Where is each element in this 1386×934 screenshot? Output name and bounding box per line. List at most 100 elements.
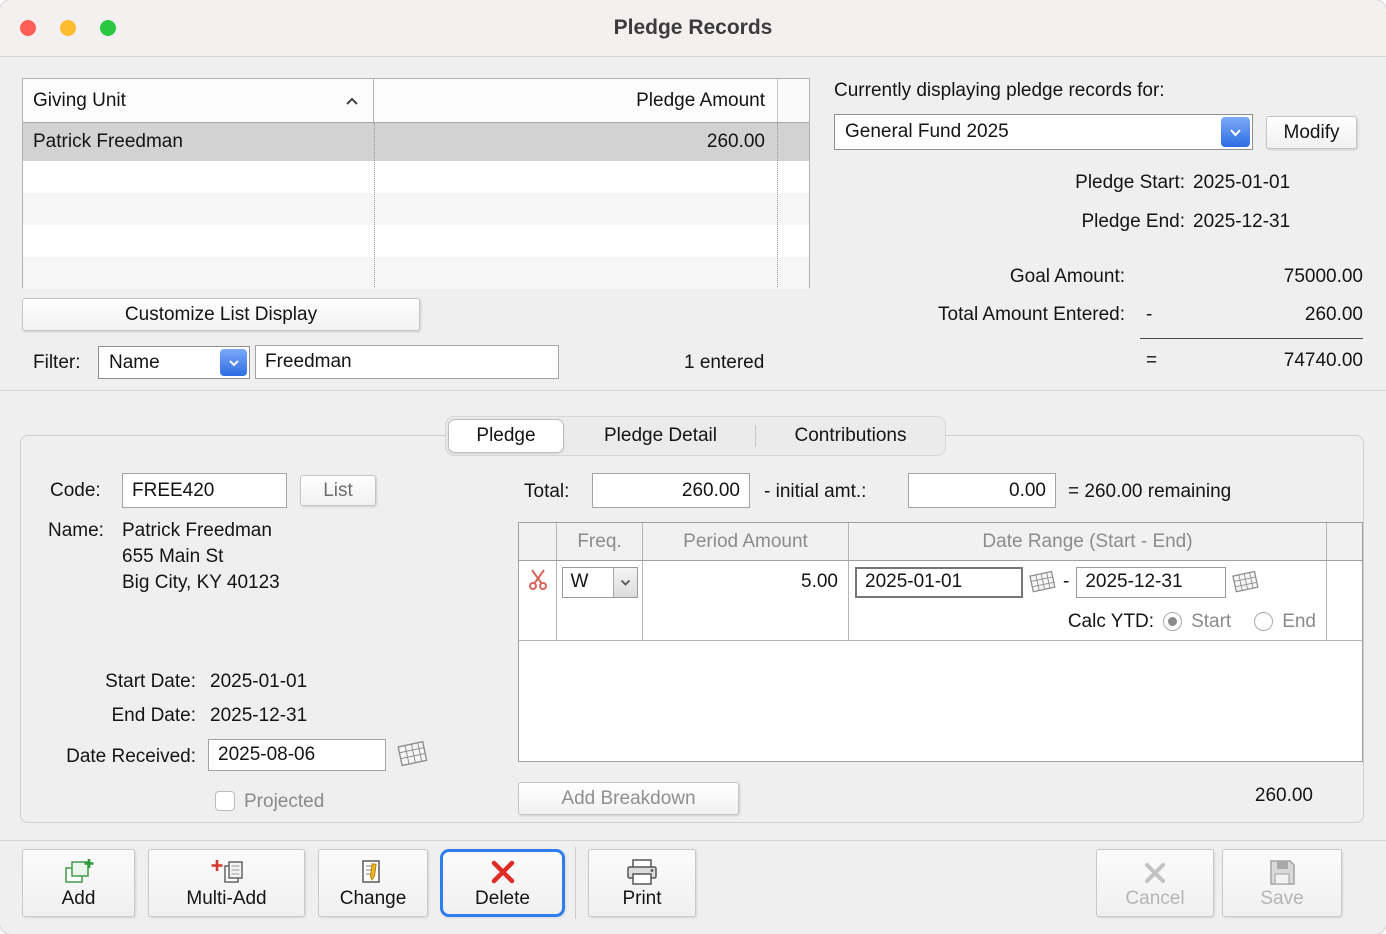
window-title: Pledge Records: [0, 0, 1386, 56]
date-range-start-input[interactable]: 2025-01-01: [855, 567, 1023, 598]
edit-form-icon: [359, 856, 387, 886]
remove-row-scissors-icon[interactable]: [528, 568, 548, 596]
add-breakdown-label: Add Breakdown: [561, 788, 695, 810]
filter-field-select[interactable]: Name: [98, 346, 250, 379]
date-received-label: Date Received:: [26, 746, 196, 768]
empty-row: [23, 225, 809, 257]
close-window-button[interactable]: [20, 20, 36, 36]
list-button[interactable]: List: [300, 475, 376, 506]
tab-pledge-detail-label: Pledge Detail: [604, 425, 717, 447]
printer-icon: [626, 856, 658, 886]
date-received-value: 2025-08-06: [218, 744, 315, 766]
delete-button[interactable]: Delete: [440, 849, 565, 917]
initial-amount-input[interactable]: 0.00: [908, 473, 1056, 508]
net-remaining-value: 74740.00: [1200, 350, 1363, 372]
save-button[interactable]: Save: [1222, 849, 1342, 917]
cancel-button-label: Cancel: [1125, 888, 1184, 910]
modify-fund-label: Modify: [1284, 122, 1340, 144]
tab-pledge[interactable]: Pledge: [448, 419, 564, 453]
fund-select[interactable]: General Fund 2025: [834, 114, 1253, 150]
name-line-1: Patrick Freedman: [122, 520, 272, 542]
period-amount-cell[interactable]: 5.00: [643, 561, 849, 603]
frequency-select[interactable]: W: [562, 567, 638, 598]
initial-amount-value: 0.00: [1009, 480, 1046, 502]
calendar-picker-icon[interactable]: [1028, 570, 1058, 595]
date-received-input[interactable]: 2025-08-06: [208, 739, 386, 771]
multi-add-button[interactable]: Multi-Add: [148, 849, 305, 917]
list-button-label: List: [323, 480, 353, 502]
goal-amount-value: 75000.00: [1200, 266, 1363, 288]
chevron-down-icon: [613, 568, 637, 597]
end-date-label: End Date:: [60, 705, 196, 727]
pledge-end-label: Pledge End:: [900, 211, 1185, 233]
date-range-start-value: 2025-01-01: [865, 571, 962, 593]
projected-label: Projected: [244, 791, 324, 813]
detail-tabbar: Pledge Pledge Detail Contributions: [445, 416, 946, 456]
cancel-button[interactable]: Cancel: [1096, 849, 1214, 917]
pledge-start-label: Pledge Start:: [900, 172, 1185, 194]
delete-button-label: Delete: [475, 888, 530, 910]
print-button[interactable]: Print: [588, 849, 696, 917]
remaining-text: = 260.00 remaining: [1068, 481, 1231, 503]
calendar-picker-icon[interactable]: [1232, 570, 1262, 595]
projected-checkbox[interactable]: [215, 791, 235, 811]
empty-row: [23, 161, 809, 193]
equals-sign: =: [1146, 350, 1157, 372]
calc-ytd-end-radio[interactable]: [1254, 612, 1273, 631]
zoom-window-button[interactable]: [100, 20, 116, 36]
add-button-label: Add: [62, 888, 96, 910]
multi-add-button-label: Multi-Add: [186, 888, 266, 910]
table-row-selected[interactable]: Patrick Freedman 260.00: [23, 123, 809, 161]
calc-ytd-end-label: End: [1282, 611, 1316, 633]
add-breakdown-button[interactable]: Add Breakdown: [518, 782, 739, 815]
change-button[interactable]: Change: [318, 849, 428, 917]
add-button[interactable]: Add: [22, 849, 135, 917]
code-value: FREE420: [132, 480, 214, 502]
start-date-label: Start Date:: [60, 671, 196, 693]
calc-ytd-start-label: Start: [1191, 611, 1231, 633]
filter-label: Filter:: [33, 352, 81, 374]
calc-ytd-row: Calc YTD: Start End: [519, 603, 1362, 641]
column-divider: [374, 123, 375, 287]
breakdown-total: 260.00: [1140, 785, 1313, 807]
column-header-giving-unit[interactable]: Giving Unit: [23, 79, 374, 122]
scrollbar-divider: [777, 123, 778, 287]
date-range-end-input[interactable]: 2025-12-31: [1076, 567, 1226, 598]
filter-value-input[interactable]: Freedman: [255, 345, 559, 379]
titlebar: Pledge Records: [0, 0, 1386, 57]
table-scrollbar-track[interactable]: [777, 79, 809, 122]
fund-select-value: General Fund 2025: [845, 115, 1009, 149]
section-divider: [0, 390, 1386, 391]
modify-fund-button[interactable]: Modify: [1266, 116, 1357, 149]
giving-unit-header-label: Giving Unit: [33, 90, 126, 112]
giving-unit-table: Giving Unit Pledge Amount Patrick Freedm…: [22, 78, 810, 288]
customize-list-display-label: Customize List Display: [125, 304, 317, 326]
breakdown-header: Freq. Period Amount Date Range (Start - …: [519, 523, 1362, 561]
total-input[interactable]: 260.00: [592, 473, 750, 508]
code-label: Code:: [50, 480, 101, 502]
minus-sign: -: [1146, 304, 1152, 326]
tab-contributions-label: Contributions: [795, 425, 907, 447]
frequency-value: W: [563, 571, 589, 593]
tab-contributions[interactable]: Contributions: [756, 417, 945, 455]
date-range-end-value: 2025-12-31: [1085, 571, 1182, 593]
giving-unit-cell: Patrick Freedman: [23, 131, 374, 153]
column-header-pledge-amount[interactable]: Pledge Amount: [374, 79, 777, 122]
customize-list-display-button[interactable]: Customize List Display: [22, 298, 420, 331]
code-input[interactable]: FREE420: [122, 473, 287, 508]
calc-ytd-start-radio[interactable]: [1163, 612, 1182, 631]
minimize-window-button[interactable]: [60, 20, 76, 36]
pledge-start-value: 2025-01-01: [1193, 172, 1290, 194]
change-button-label: Change: [340, 888, 407, 910]
save-disk-icon: [1268, 856, 1296, 886]
empty-row: [23, 193, 809, 225]
chevron-down-icon: [220, 349, 247, 376]
entered-count: 1 entered: [684, 352, 764, 374]
breakdown-header-period-amount: Period Amount: [643, 523, 849, 560]
tab-pledge-label: Pledge: [476, 425, 535, 447]
print-button-label: Print: [622, 888, 661, 910]
tab-pledge-detail[interactable]: Pledge Detail: [566, 417, 755, 455]
breakdown-header-freq: Freq.: [557, 523, 643, 560]
delete-x-icon: [488, 856, 518, 886]
cancel-x-icon: [1141, 856, 1169, 886]
